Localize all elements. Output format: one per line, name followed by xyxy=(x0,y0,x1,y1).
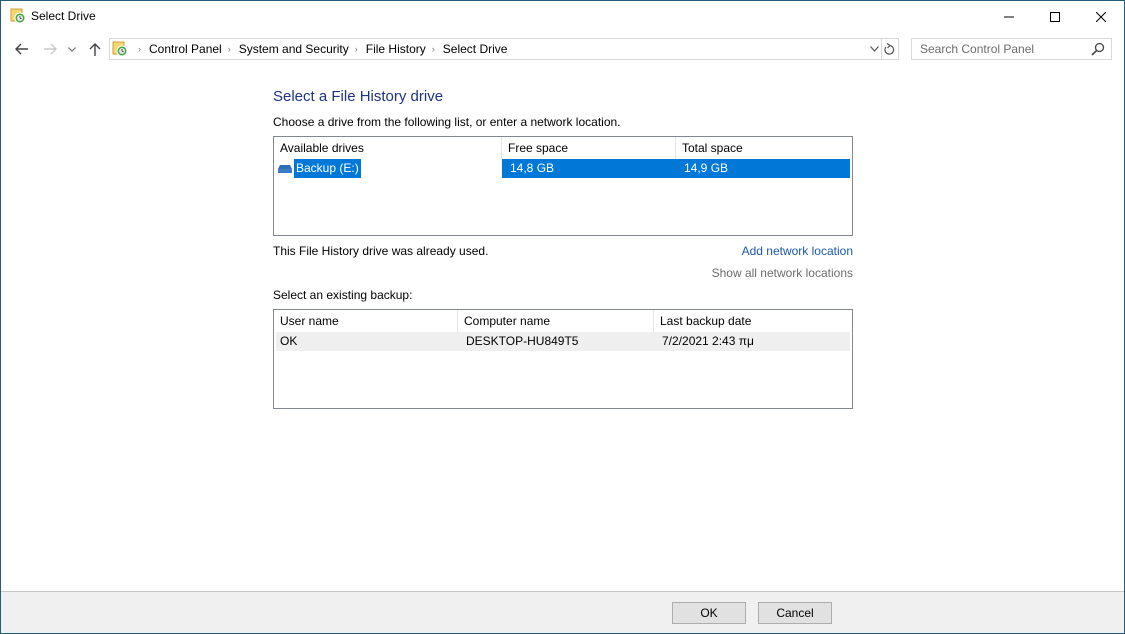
column-header-last-backup-date[interactable]: Last backup date xyxy=(654,310,850,332)
forward-arrow-icon xyxy=(43,43,57,55)
minimize-icon xyxy=(1004,16,1014,17)
breadcrumb-control-panel[interactable]: Control Panel xyxy=(149,42,222,56)
chevron-down-icon xyxy=(869,46,879,52)
drive-name: Backup (E:) xyxy=(294,159,361,178)
cancel-button[interactable]: Cancel xyxy=(758,602,832,624)
column-header-total-space[interactable]: Total space xyxy=(676,137,850,159)
drive-name-cell: Backup (E:) xyxy=(276,159,502,178)
drive-row[interactable]: Backup (E:) 14,8 GB 14,9 GB xyxy=(276,159,850,178)
breadcrumb-system-and-security[interactable]: System and Security xyxy=(239,42,349,56)
up-button[interactable] xyxy=(84,38,106,60)
backup-row[interactable]: OK DESKTOP-HU849T5 7/2/2021 2:43 πμ xyxy=(276,332,850,351)
drive-icon xyxy=(278,164,292,173)
chevron-down-icon xyxy=(68,46,76,52)
chevron-right-icon[interactable]: › xyxy=(355,44,358,54)
show-all-network-locations-link[interactable]: Show all network locations xyxy=(712,266,853,280)
chevron-right-icon[interactable]: › xyxy=(228,44,231,54)
column-header-available-drives[interactable]: Available drives xyxy=(274,137,502,159)
select-drive-window: Select Drive › Control Panel › System an… xyxy=(0,0,1125,634)
file-history-icon xyxy=(112,41,128,57)
file-history-icon xyxy=(10,8,26,24)
dialog-footer: OK Cancel xyxy=(1,591,1124,633)
drives-list[interactable]: Available drives Free space Total space … xyxy=(273,136,853,236)
search-icon[interactable] xyxy=(1091,42,1105,56)
address-dropdown-button[interactable] xyxy=(867,39,881,59)
up-arrow-icon xyxy=(89,42,101,56)
search-input[interactable] xyxy=(912,39,1087,59)
window-title: Select Drive xyxy=(31,9,96,23)
maximize-icon xyxy=(1050,11,1060,22)
search-box[interactable] xyxy=(911,38,1112,60)
chevron-right-icon[interactable]: › xyxy=(138,44,141,54)
backup-user-name: OK xyxy=(280,334,298,348)
close-button[interactable] xyxy=(1078,1,1124,32)
drives-list-header: Available drives Free space Total space xyxy=(274,137,852,159)
breadcrumb: › Control Panel › System and Security › … xyxy=(132,39,507,59)
ok-button[interactable]: OK xyxy=(672,602,746,624)
back-button[interactable] xyxy=(10,38,32,60)
close-icon xyxy=(1096,11,1106,22)
instruction-text: Choose a drive from the following list, … xyxy=(273,115,621,129)
backups-list-header: User name Computer name Last backup date xyxy=(274,310,852,332)
column-header-user-name[interactable]: User name xyxy=(274,310,458,332)
title-bar: Select Drive xyxy=(1,1,1124,32)
backup-computer-name: DESKTOP-HU849T5 xyxy=(466,334,579,348)
recent-locations-button[interactable] xyxy=(64,38,80,60)
maximize-button[interactable] xyxy=(1032,1,1078,32)
breadcrumb-file-history[interactable]: File History xyxy=(366,42,426,56)
existing-backup-label: Select an existing backup: xyxy=(273,288,413,302)
column-header-free-space[interactable]: Free space xyxy=(502,137,676,159)
navigation-bar: › Control Panel › System and Security › … xyxy=(1,35,1124,63)
backup-last-date: 7/2/2021 2:43 πμ xyxy=(662,334,754,348)
refresh-icon xyxy=(884,43,895,55)
minimize-button[interactable] xyxy=(986,1,1032,32)
chevron-right-icon[interactable]: › xyxy=(432,44,435,54)
address-bar[interactable]: › Control Panel › System and Security › … xyxy=(109,38,882,60)
drive-status-text: This File History drive was already used… xyxy=(273,244,489,258)
refresh-button[interactable] xyxy=(881,38,899,60)
drive-total-space: 14,9 GB xyxy=(676,159,850,178)
forward-button[interactable] xyxy=(39,38,61,60)
drive-free-space: 14,8 GB xyxy=(502,159,676,178)
add-network-location-link[interactable]: Add network location xyxy=(742,244,853,258)
backups-list[interactable]: User name Computer name Last backup date… xyxy=(273,309,853,409)
column-header-computer-name[interactable]: Computer name xyxy=(458,310,654,332)
back-arrow-icon xyxy=(14,43,28,55)
page-title: Select a File History drive xyxy=(273,88,444,105)
breadcrumb-select-drive[interactable]: Select Drive xyxy=(443,42,508,56)
